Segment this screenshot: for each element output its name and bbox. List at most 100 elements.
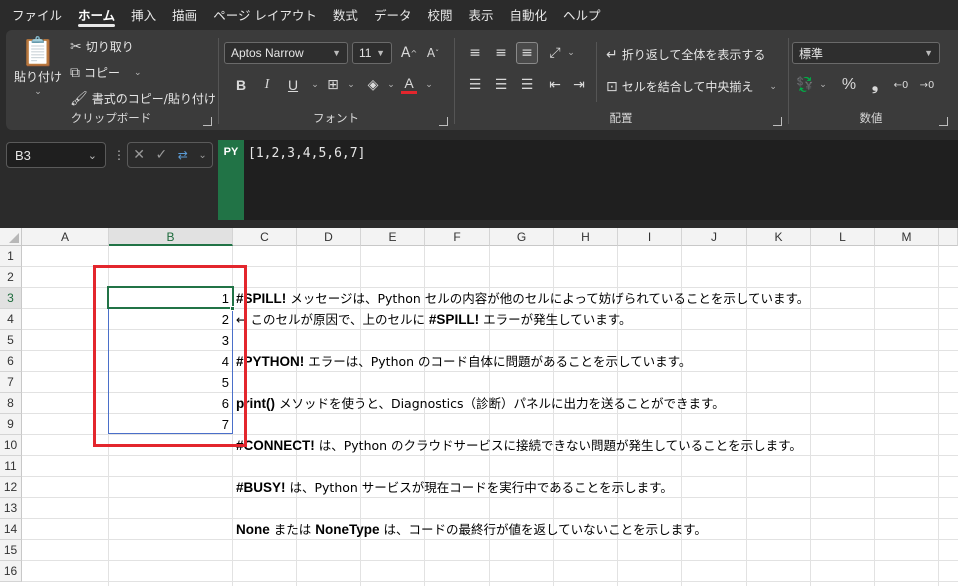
column-header-i[interactable]: I [618, 228, 682, 246]
row-header-16[interactable]: 16 [0, 561, 22, 582]
tab-help[interactable]: ヘルプ [555, 0, 609, 30]
cell-b7[interactable]: 5 [109, 372, 233, 393]
column-header-f[interactable]: F [425, 228, 490, 246]
chevron-down-icon[interactable]: ⌄ [88, 149, 97, 162]
align-bottom-icon[interactable]: ≡ [516, 42, 538, 64]
increase-decimal-icon[interactable]: ←0 [890, 74, 912, 96]
dialog-launcher-icon[interactable] [939, 117, 948, 126]
chevron-down-icon[interactable]: ⌄ [134, 68, 142, 78]
column-header-c[interactable]: C [233, 228, 297, 246]
percent-icon[interactable]: % [838, 74, 860, 96]
row-header-1[interactable]: 1 [0, 246, 22, 267]
format-painter-button[interactable]: 🖌 書式のコピー/貼り付け [70, 90, 216, 107]
formula-input[interactable]: [1,2,3,4,5,6,7] [244, 140, 958, 220]
row-header-14[interactable]: 14 [0, 519, 22, 540]
cell-b9[interactable]: 7 [109, 414, 233, 435]
bold-button[interactable]: B [230, 74, 252, 96]
row-header-2[interactable]: 2 [0, 267, 22, 288]
row-header-7[interactable]: 7 [0, 372, 22, 393]
spreadsheet-grid[interactable]: A B C D E F G H I J K L M 1 2 3 4 5 6 7 … [0, 228, 958, 586]
copy-button[interactable]: ⧉ コピー ⌄ [70, 64, 142, 81]
tab-insert[interactable]: 挿入 [123, 0, 164, 30]
chevron-down-icon[interactable]: ⌄ [418, 74, 440, 96]
cut-button[interactable]: ✂ 切り取り [70, 38, 134, 55]
row-header-12[interactable]: 12 [0, 477, 22, 498]
chevron-down-icon[interactable]: ⌄ [198, 150, 206, 161]
name-box[interactable]: B3 ⌄ [6, 142, 106, 168]
cell-c14[interactable]: None または NoneType は、コードの最終行が値を返していないことを示… [236, 519, 707, 540]
tab-formulas[interactable]: 数式 [325, 0, 366, 30]
tab-home[interactable]: ホーム [70, 0, 123, 30]
dialog-launcher-icon[interactable] [773, 117, 782, 126]
column-header-l[interactable]: L [811, 228, 875, 246]
cell-c3[interactable]: #SPILL! メッセージは、Python セルの内容が他のセルによって妨げられ… [236, 288, 809, 309]
font-name-select[interactable]: Aptos Narrow ▼ [224, 42, 348, 64]
tab-view[interactable]: 表示 [460, 0, 501, 30]
python-badge[interactable]: PY [218, 140, 244, 220]
column-header-d[interactable]: D [297, 228, 361, 246]
row-header-8[interactable]: 8 [0, 393, 22, 414]
column-header-e[interactable]: E [361, 228, 425, 246]
chevron-down-icon[interactable]: ⌄ [812, 74, 834, 96]
decrease-font-icon[interactable]: Aˇ [422, 42, 444, 64]
tab-review[interactable]: 校閲 [419, 0, 460, 30]
chevron-down-icon[interactable]: ⌄ [769, 82, 777, 92]
tab-file[interactable]: ファイル [4, 0, 70, 30]
increase-indent-icon[interactable]: ⇥ [568, 74, 590, 96]
comma-style-icon[interactable]: ❟ [864, 74, 886, 96]
row-header-9[interactable]: 9 [0, 414, 22, 435]
row-header-11[interactable]: 11 [0, 456, 22, 477]
row-header-15[interactable]: 15 [0, 540, 22, 561]
more-options-icon[interactable]: ⋮ [113, 148, 125, 162]
column-header-m[interactable]: M [875, 228, 939, 246]
dialog-launcher-icon[interactable] [439, 117, 448, 126]
row-header-3[interactable]: 3 [0, 288, 22, 309]
font-size-select[interactable]: 11 ▼ [352, 42, 392, 64]
cell-c4[interactable]: ← このセルが原因で、上のセルに #SPILL! エラーが発生しています。 [236, 309, 632, 330]
tab-page-layout[interactable]: ページ レイアウト [205, 0, 325, 30]
row-header-13[interactable]: 13 [0, 498, 22, 519]
merge-center-button[interactable]: ⊡ セルを結合して中央揃え ⌄ [606, 78, 777, 95]
row-header-10[interactable]: 10 [0, 435, 22, 456]
cell-b3[interactable]: 1 [109, 288, 233, 309]
chevron-down-icon[interactable]: ⌄ [560, 42, 582, 64]
column-header-g[interactable]: G [490, 228, 554, 246]
cell-c8[interactable]: print() メソッドを使うと、Diagnostics（診断）パネルに出力を送… [236, 393, 725, 414]
column-header-overflow[interactable] [939, 228, 958, 246]
row-header-5[interactable]: 5 [0, 330, 22, 351]
align-right-icon[interactable]: ☰ [516, 74, 538, 96]
column-header-k[interactable]: K [747, 228, 811, 246]
align-center-icon[interactable]: ☰ [490, 74, 512, 96]
font-color-button[interactable]: A [398, 74, 420, 96]
tab-automate[interactable]: 自動化 [501, 0, 555, 30]
cancel-icon[interactable]: ✕ [133, 147, 145, 163]
align-middle-icon[interactable]: ≡ [490, 42, 512, 64]
increase-font-icon[interactable]: A ^ [398, 42, 420, 64]
cell-b5[interactable]: 3 [109, 330, 233, 351]
fill-handle[interactable] [230, 306, 235, 311]
paste-button[interactable]: 📋 貼り付け ⌄ [14, 38, 62, 98]
column-header-b[interactable]: B [109, 228, 233, 246]
underline-button[interactable]: U [282, 74, 304, 96]
column-header-a[interactable]: A [22, 228, 109, 246]
row-header-4[interactable]: 4 [0, 309, 22, 330]
row-header-6[interactable]: 6 [0, 351, 22, 372]
number-format-select[interactable]: 標準 ▼ [792, 42, 940, 64]
tab-data[interactable]: データ [366, 0, 420, 30]
dialog-launcher-icon[interactable] [203, 117, 212, 126]
cell-c12[interactable]: #BUSY! は、Python サービスが現在コードを実行中であることを示します… [236, 477, 673, 498]
wrap-text-button[interactable]: ↵ 折り返して全体を表示する [606, 46, 765, 63]
cell-b8[interactable]: 6 [109, 393, 233, 414]
python-output-type-icon[interactable]: ⇄ [178, 148, 188, 162]
chevron-down-icon[interactable]: ⌄ [340, 74, 362, 96]
cell-b4[interactable]: 2 [109, 309, 233, 330]
cell-c6[interactable]: #PYTHON! エラーは、Python のコード自体に問題があることを示してい… [236, 351, 691, 372]
align-left-icon[interactable]: ☰ [464, 74, 486, 96]
confirm-icon[interactable]: ✓ [156, 147, 168, 163]
align-top-icon[interactable]: ≡ [464, 42, 486, 64]
tab-draw[interactable]: 描画 [164, 0, 205, 30]
cell-b6[interactable]: 4 [109, 351, 233, 372]
cell-c10[interactable]: #CONNECT! は、Python のクラウドサービスに接続できない問題が発生… [236, 435, 802, 456]
column-header-j[interactable]: J [682, 228, 747, 246]
select-all-corner[interactable] [0, 228, 22, 246]
